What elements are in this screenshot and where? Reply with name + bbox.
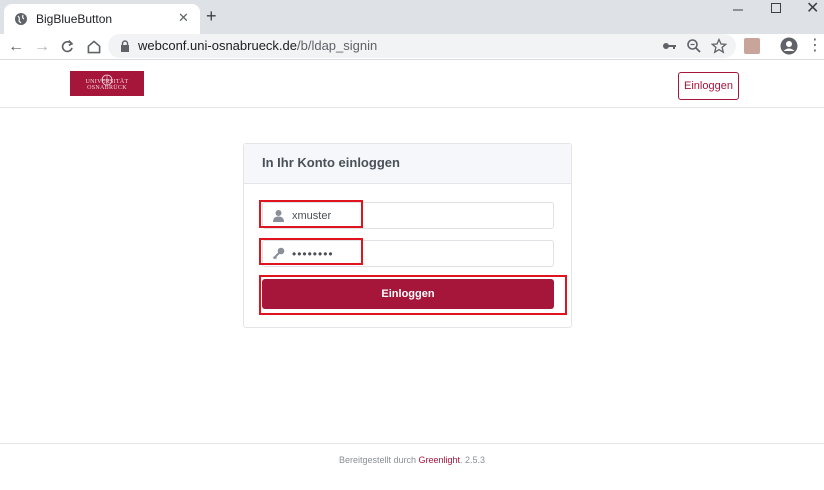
header-login-button[interactable]: Einloggen <box>678 72 739 100</box>
university-logo[interactable]: UNIVERSITÄT OSNABRÜCK <box>70 71 144 96</box>
logo-text: UNIVERSITÄT OSNABRÜCK <box>85 79 129 91</box>
pdf-extension-icon[interactable] <box>744 38 760 54</box>
kebab-menu-icon[interactable]: ⋮ <box>807 36 823 56</box>
account-icon[interactable] <box>780 37 798 55</box>
window-close-icon[interactable]: ✕ <box>806 0 819 18</box>
new-tab-icon[interactable]: + <box>206 6 217 26</box>
login-card-header: In Ihr Konto einloggen <box>244 144 571 184</box>
site-header: UNIVERSITÄT OSNABRÜCK Einloggen <box>0 61 824 108</box>
submit-highlight-box <box>259 275 567 315</box>
zoom-icon[interactable] <box>686 38 702 54</box>
reload-icon[interactable] <box>60 39 76 55</box>
forward-arrow-icon[interactable]: → <box>32 37 52 57</box>
close-icon[interactable]: ✕ <box>178 10 189 26</box>
browser-toolbar: ← → webconf.uni-osnabrueck.de/b/ldap_sig… <box>0 34 824 60</box>
tab-title: BigBlueButton <box>36 12 113 26</box>
footer-version: . 2.5.3 <box>460 455 486 465</box>
back-arrow-icon[interactable]: ← <box>6 37 26 57</box>
site-footer: Bereitgestellt durch Greenlight. 2.5.3 <box>0 443 824 490</box>
footer-prefix: Bereitgestellt durch <box>338 455 419 465</box>
key-icon[interactable] <box>661 38 677 54</box>
lock-icon[interactable] <box>120 40 130 52</box>
home-icon[interactable] <box>86 39 102 55</box>
url-path: /b/ldap_signin <box>297 38 378 53</box>
browser-tabstrip: BigBlueButton ✕ + ✕ <box>0 0 824 34</box>
footer-text: Bereitgestellt durch Greenlight. 2.5.3 <box>0 455 824 465</box>
globe-icon <box>15 13 27 25</box>
browser-tab[interactable]: BigBlueButton ✕ <box>4 4 200 34</box>
maximize-icon[interactable] <box>771 3 781 13</box>
username-highlight-box <box>259 200 363 228</box>
login-card-title: In Ihr Konto einloggen <box>262 155 400 170</box>
greenlight-link[interactable]: Greenlight <box>418 455 460 465</box>
url-domain: webconf.uni-osnabrueck.de <box>138 38 297 53</box>
address-bar[interactable]: webconf.uni-osnabrueck.de/b/ldap_signin <box>108 34 736 58</box>
bookmark-star-icon[interactable] <box>711 38 727 54</box>
url-text: webconf.uni-osnabrueck.de/b/ldap_signin <box>138 38 377 53</box>
password-highlight-box <box>259 238 363 265</box>
minimize-icon[interactable] <box>731 2 745 16</box>
